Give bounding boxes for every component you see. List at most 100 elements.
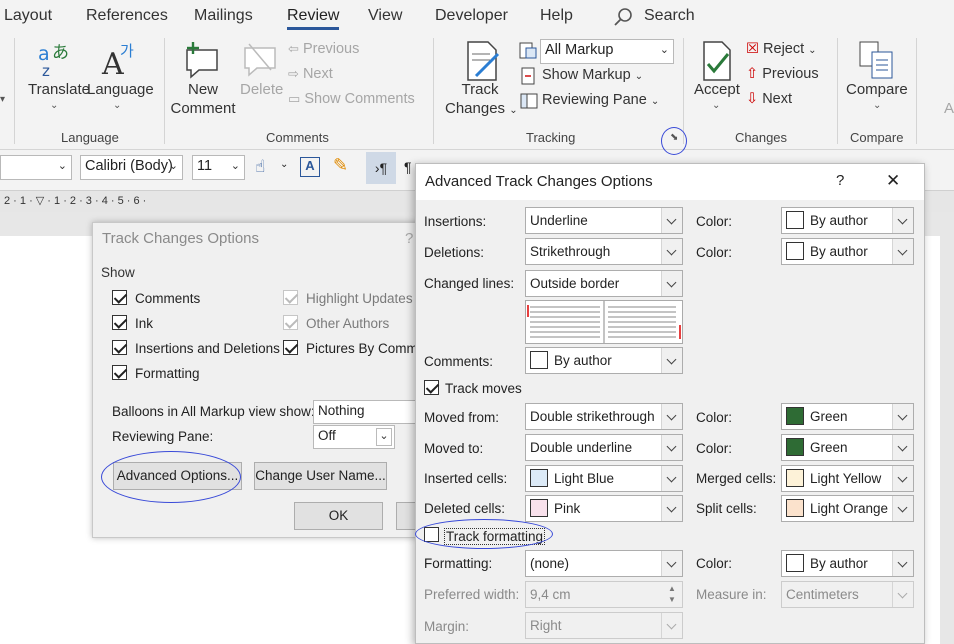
- chevron-down-icon: ⌄: [659, 44, 669, 56]
- accept-button[interactable]: Accept: [694, 80, 740, 99]
- insertions-color-select[interactable]: By author: [781, 207, 914, 234]
- tab-view[interactable]: View: [368, 7, 402, 25]
- delete-comment-button[interactable]: Delete: [240, 80, 283, 99]
- insertions-deletions-checkbox[interactable]: [112, 340, 127, 355]
- tab-layout[interactable]: Layout: [4, 7, 52, 25]
- ok-button[interactable]: OK: [294, 502, 383, 530]
- chevron-down-icon: [661, 271, 682, 296]
- preferred-width-spinner[interactable]: 9,4 cm ▲ ▼: [525, 581, 683, 608]
- next-change-button[interactable]: ⇩ Next: [746, 91, 792, 107]
- close-button[interactable]: ✕: [886, 171, 900, 191]
- show-markup-label: Show Markup: [542, 67, 631, 83]
- ink-checkbox-label: Ink: [135, 316, 154, 331]
- split-cells-select[interactable]: Light Orange: [781, 495, 914, 522]
- style-select[interactable]: ⌄: [0, 155, 72, 180]
- pictures-by-comments-checkbox[interactable]: [283, 340, 298, 355]
- reviewing-pane-icon: [520, 92, 538, 113]
- previous-change-label: Previous: [762, 66, 819, 82]
- reject-button[interactable]: ☒ Reject ⌄: [746, 41, 817, 57]
- deletions-color-select[interactable]: By author: [781, 238, 914, 265]
- show-marks-icon[interactable]: ›¶: [366, 152, 396, 184]
- paragraph-icon[interactable]: ¶: [404, 159, 412, 175]
- touch-mode-icon[interactable]: ☝: [255, 157, 265, 177]
- block-authors-button[interactable]: Bl Auth: [944, 80, 954, 118]
- track-moves-checkbox[interactable]: [424, 380, 439, 395]
- balloons-select[interactable]: Nothing: [313, 400, 423, 424]
- moved-from-color-select[interactable]: Green: [781, 403, 914, 430]
- moved-to-color-select[interactable]: Green: [781, 434, 914, 461]
- chevron-down-icon[interactable]: ⌄: [712, 100, 720, 111]
- text-box-icon[interactable]: A: [300, 157, 320, 177]
- deleted-cells-select[interactable]: Pink: [525, 495, 683, 522]
- measure-in-select[interactable]: Centimeters: [781, 581, 914, 608]
- new-comment-button[interactable]: New Comment: [170, 80, 236, 118]
- translate-button[interactable]: Translate: [28, 80, 90, 99]
- change-user-name-button[interactable]: Change User Name...: [254, 462, 387, 490]
- ink-checkbox[interactable]: [112, 315, 127, 330]
- compare-button[interactable]: Compare: [846, 80, 908, 99]
- changed-lines-select[interactable]: Outside border: [525, 270, 683, 297]
- font-size-select[interactable]: 11 ⌄: [192, 155, 245, 180]
- changed-lines-preview: [525, 300, 683, 344]
- deletions-select[interactable]: Strikethrough: [525, 238, 683, 265]
- chevron-down-icon: [661, 435, 682, 460]
- next-comment-button[interactable]: ⇨ Next: [288, 66, 333, 82]
- comments-checkbox[interactable]: [112, 290, 127, 305]
- previous-comment-button[interactable]: ⇦ Previous: [288, 41, 359, 57]
- tab-review[interactable]: Review: [287, 7, 340, 30]
- margin-select[interactable]: Right: [525, 612, 683, 639]
- chevron-down-icon[interactable]: ⌄: [280, 159, 288, 170]
- group-label-compare: Compare: [850, 130, 904, 145]
- moved-to-value: Double underline: [530, 440, 633, 455]
- reviewing-pane-select[interactable]: Off ⌄: [313, 425, 395, 449]
- svg-text:가: 가: [120, 42, 134, 60]
- advanced-track-changes-dialog: Advanced Track Changes Options ? ✕ Inser…: [415, 163, 925, 644]
- font-select[interactable]: Calibri (Body) ⌄: [80, 155, 183, 180]
- color-swatch: [786, 438, 804, 456]
- show-section-label: Show: [101, 265, 135, 280]
- merged-cells-label: Merged cells:: [696, 471, 777, 486]
- chevron-down-icon: [892, 496, 913, 521]
- other-authors-checkbox[interactable]: [283, 315, 298, 330]
- formatting-select[interactable]: (none): [525, 550, 683, 577]
- display-for-review-select[interactable]: All Markup ⌄: [540, 39, 674, 64]
- show-comments-button[interactable]: ▭ Show Comments: [288, 91, 415, 107]
- translate-icon: aあz: [36, 40, 76, 83]
- highlight-updates-checkbox[interactable]: [283, 290, 298, 305]
- reviewing-pane-button[interactable]: Reviewing Pane ⌄: [542, 92, 659, 108]
- formatting-label: Formatting:: [424, 556, 493, 571]
- tab-developer[interactable]: Developer: [435, 7, 508, 25]
- tab-references[interactable]: References: [86, 7, 168, 25]
- color-swatch: [530, 351, 548, 369]
- styles-icon[interactable]: ✎: [333, 155, 348, 176]
- next-comment-label: Next: [302, 66, 333, 82]
- help-button[interactable]: ?: [836, 172, 844, 189]
- dialog-title: Advanced Track Changes Options: [425, 173, 653, 190]
- other-authors-label: Other Authors: [306, 316, 390, 331]
- tab-help[interactable]: Help: [540, 7, 573, 25]
- show-markup-button[interactable]: Show Markup ⌄: [542, 67, 643, 83]
- help-button[interactable]: ?: [405, 230, 413, 247]
- comments-color-select[interactable]: By author: [525, 347, 683, 374]
- chevron-down-icon[interactable]: ⌄: [873, 100, 881, 111]
- tab-mailings[interactable]: Mailings: [194, 7, 253, 25]
- merged-cells-select[interactable]: Light Yellow: [781, 465, 914, 492]
- formatting-color-select[interactable]: By author: [781, 550, 914, 577]
- deletions-color-label: Color:: [696, 245, 733, 260]
- changed-lines-label: Changed lines:: [424, 276, 515, 291]
- language-button[interactable]: Language: [87, 80, 154, 99]
- search-label[interactable]: Search: [644, 7, 695, 25]
- chevron-down-icon[interactable]: ⌄: [113, 100, 121, 111]
- search-icon[interactable]: [613, 7, 633, 30]
- insertions-select[interactable]: Underline: [525, 207, 683, 234]
- chevron-down-icon[interactable]: ⌄: [50, 100, 58, 111]
- moved-to-select[interactable]: Double underline: [525, 434, 683, 461]
- chevron-down-icon: ⌄: [230, 160, 240, 172]
- chevron-down-icon[interactable]: ▾: [0, 94, 5, 105]
- moved-from-select[interactable]: Double strikethrough: [525, 403, 683, 430]
- font-size-value: 11: [197, 158, 213, 174]
- formatting-checkbox[interactable]: [112, 365, 127, 380]
- inserted-cells-select[interactable]: Light Blue: [525, 465, 683, 492]
- previous-change-button[interactable]: ⇧ Previous: [746, 66, 819, 82]
- track-changes-button[interactable]: Track Changes ⌄: [445, 80, 518, 120]
